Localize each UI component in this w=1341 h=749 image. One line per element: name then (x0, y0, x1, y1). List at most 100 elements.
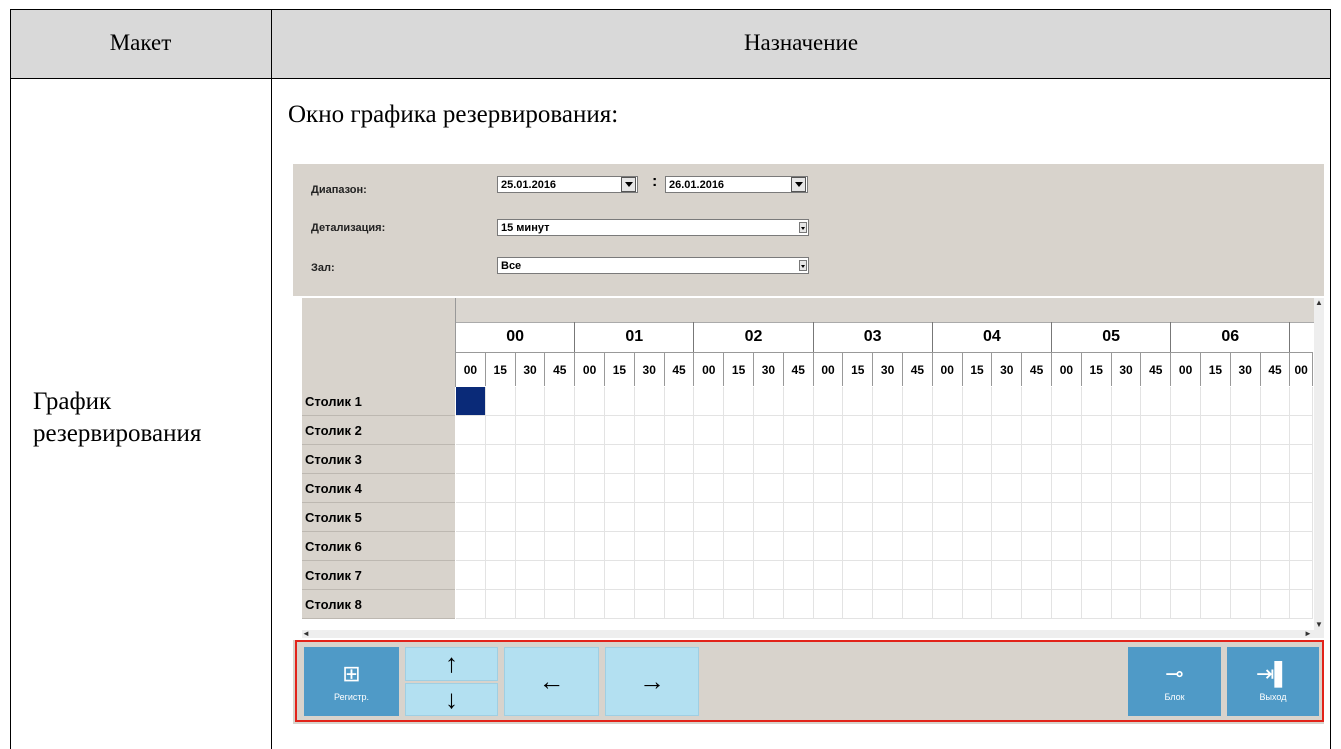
slot-cell[interactable] (1022, 590, 1052, 619)
slot-cell[interactable] (1052, 561, 1082, 590)
slot-cell[interactable] (545, 590, 576, 619)
slot-cell[interactable] (694, 590, 725, 619)
slot-cell[interactable] (545, 474, 576, 503)
slot-cell[interactable] (605, 416, 635, 445)
table-row-label[interactable]: Столик 6 (302, 532, 455, 561)
slot-cell[interactable] (575, 503, 605, 532)
slot-cell[interactable] (694, 416, 725, 445)
slot-cell[interactable] (962, 590, 993, 619)
scroll-down-icon[interactable]: ▼ (1315, 620, 1323, 629)
slot-cell[interactable] (515, 590, 546, 619)
slot-cell[interactable] (1260, 387, 1291, 416)
slot-cell[interactable] (575, 532, 605, 561)
slot-cell[interactable] (1111, 387, 1142, 416)
slot-cell[interactable] (1022, 387, 1052, 416)
slot-cell[interactable] (1022, 503, 1052, 532)
slot-cell[interactable] (694, 561, 725, 590)
slot-cell[interactable] (813, 445, 844, 474)
slot-cell[interactable] (485, 474, 516, 503)
slot-cell[interactable] (992, 474, 1023, 503)
slot-cell[interactable] (1260, 416, 1291, 445)
slot-cell[interactable] (754, 445, 784, 474)
scroll-right-icon[interactable]: ► (1304, 629, 1312, 638)
slot-cell[interactable] (485, 561, 516, 590)
detail-dropdown-icon[interactable] (799, 222, 807, 233)
slot-cell[interactable] (932, 503, 963, 532)
table-row-label[interactable]: Столик 8 (302, 590, 455, 619)
slot-cell[interactable] (873, 474, 903, 503)
detail-select[interactable]: 15 минут (497, 219, 809, 236)
slot-cell[interactable] (724, 532, 754, 561)
slot-cell[interactable] (605, 503, 635, 532)
slot-cell[interactable] (962, 416, 993, 445)
slot-cell[interactable] (1171, 474, 1201, 503)
slot-cell[interactable] (724, 387, 754, 416)
slot-cell[interactable] (1230, 387, 1261, 416)
slot-cell[interactable] (1141, 445, 1172, 474)
table-row-label[interactable]: Столик 5 (302, 503, 455, 532)
slot-cell[interactable] (992, 416, 1023, 445)
slot-cell[interactable] (545, 532, 576, 561)
slot-cell[interactable] (1111, 561, 1142, 590)
slot-cell[interactable] (1141, 387, 1172, 416)
slot-cell[interactable] (1081, 503, 1112, 532)
slot-cell[interactable] (664, 387, 695, 416)
slot-cell[interactable] (724, 416, 754, 445)
hall-dropdown-icon[interactable] (799, 260, 807, 271)
left-button[interactable]: ← (504, 647, 599, 716)
slot-cell[interactable] (1081, 532, 1112, 561)
slot-cell[interactable] (1290, 445, 1313, 474)
slot-cell[interactable] (932, 445, 963, 474)
slot-cell[interactable] (783, 445, 814, 474)
slot-cell[interactable] (634, 590, 665, 619)
slot-cell[interactable] (813, 590, 844, 619)
slot-cell[interactable] (694, 474, 725, 503)
slot-cell[interactable] (783, 532, 814, 561)
slot-cell[interactable] (1081, 445, 1112, 474)
slot-cell[interactable] (1290, 387, 1313, 416)
slot-cell[interactable] (485, 445, 516, 474)
slot-cell[interactable] (1201, 561, 1231, 590)
slot-cell[interactable] (932, 416, 963, 445)
slot-cell[interactable] (1022, 474, 1052, 503)
slot-cell[interactable] (664, 445, 695, 474)
slot-cell[interactable] (1260, 561, 1291, 590)
slot-cell[interactable] (992, 445, 1023, 474)
slot-cell[interactable] (1230, 561, 1261, 590)
slot-cell[interactable] (754, 474, 784, 503)
slot-cell[interactable] (1260, 474, 1291, 503)
slot-cell[interactable] (903, 474, 933, 503)
slot-cell[interactable] (605, 561, 635, 590)
slot-cell[interactable] (575, 416, 605, 445)
slot-cell[interactable] (1171, 445, 1201, 474)
slot-cell[interactable] (1201, 590, 1231, 619)
slot-cell[interactable] (515, 416, 546, 445)
slot-cell[interactable] (1052, 445, 1082, 474)
slot-cell[interactable] (873, 532, 903, 561)
slot-cell[interactable] (843, 445, 874, 474)
slot-cell[interactable] (575, 445, 605, 474)
slot-cell[interactable] (873, 416, 903, 445)
slot-cell[interactable] (1081, 561, 1112, 590)
slot-cell[interactable] (903, 561, 933, 590)
slot-cell[interactable] (456, 445, 486, 474)
slot-cell[interactable] (634, 474, 665, 503)
selected-slot-cell[interactable] (456, 387, 486, 416)
slot-cell[interactable] (456, 532, 486, 561)
slot-cell[interactable] (694, 445, 725, 474)
slot-cell[interactable] (843, 590, 874, 619)
slot-cell[interactable] (754, 590, 784, 619)
horizontal-scrollbar[interactable]: ◄ ► (302, 629, 1324, 638)
slot-cell[interactable] (992, 590, 1023, 619)
slot-cell[interactable] (1260, 532, 1291, 561)
slot-cell[interactable] (1052, 416, 1082, 445)
slot-cell[interactable] (903, 416, 933, 445)
slot-cell[interactable] (545, 561, 576, 590)
slot-cell[interactable] (605, 474, 635, 503)
date-from-field[interactable]: 25.01.2016 (497, 176, 638, 193)
slot-cell[interactable] (1201, 445, 1231, 474)
slot-cell[interactable] (1022, 445, 1052, 474)
slot-cell[interactable] (456, 416, 486, 445)
slot-cell[interactable] (903, 503, 933, 532)
slot-cell[interactable] (873, 445, 903, 474)
